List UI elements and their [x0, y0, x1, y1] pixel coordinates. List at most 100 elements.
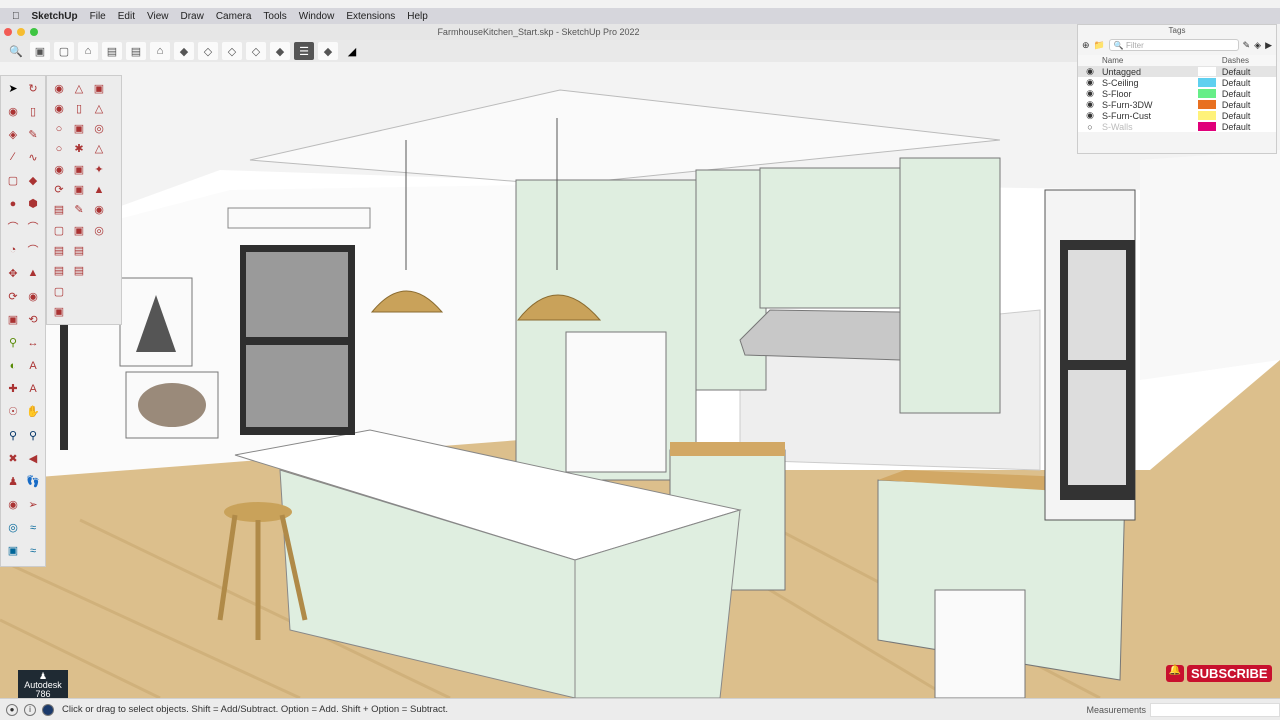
- offset-tool-icon[interactable]: ⟲: [24, 310, 42, 328]
- tag-dashes[interactable]: Default: [1222, 88, 1276, 99]
- tag-row[interactable]: ◉ S-Furn-Cust Default: [1078, 110, 1276, 121]
- ext-tool-3-icon[interactable]: ▣: [90, 79, 108, 97]
- section-toggle-icon[interactable]: ≈: [24, 542, 42, 560]
- rectangle-tool-icon[interactable]: ▢: [4, 172, 22, 190]
- wireframe-style-button[interactable]: ◇: [198, 42, 218, 60]
- ext-tool-28-icon[interactable]: ▤: [70, 262, 88, 280]
- protractor-icon[interactable]: ◐: [4, 357, 22, 375]
- textured-style-button[interactable]: ◆: [270, 42, 290, 60]
- tag-color-swatch[interactable]: [1197, 89, 1216, 98]
- freehand-tool-icon[interactable]: ∿: [24, 148, 42, 166]
- display-section-icon[interactable]: ◎: [4, 519, 22, 537]
- iso-view-button[interactable]: ▣: [30, 42, 50, 60]
- tag-color-swatch[interactable]: [1197, 100, 1216, 109]
- 3d-text-icon[interactable]: A: [24, 380, 42, 398]
- pencil-icon[interactable]: ✎: [24, 125, 42, 143]
- menu-camera[interactable]: Camera: [216, 11, 252, 22]
- ext-tool-19-icon[interactable]: ▤: [50, 201, 68, 219]
- ext-tool-18-icon[interactable]: ▲: [90, 181, 108, 199]
- walk-tool-icon[interactable]: 👣: [24, 472, 42, 490]
- section-plane-icon[interactable]: ➢: [24, 496, 42, 514]
- tag-tool-icon[interactable]: ◈: [4, 125, 22, 143]
- eraser-tool-icon[interactable]: ▯: [24, 102, 42, 120]
- menu-edit[interactable]: Edit: [118, 11, 135, 22]
- arc2-tool-icon[interactable]: ⌒: [24, 218, 42, 236]
- zoom-button[interactable]: [30, 28, 38, 36]
- details-icon[interactable]: ▶: [1265, 40, 1272, 51]
- tag-color-swatch[interactable]: [1197, 111, 1216, 120]
- menu-extensions[interactable]: Extensions: [346, 11, 395, 22]
- push-pull-icon[interactable]: ▲: [24, 264, 42, 282]
- subscribe-button[interactable]: 🔔 SUBSCRIBE: [1166, 665, 1272, 682]
- orbit-tool-icon[interactable]: ☉: [4, 403, 22, 421]
- ext-tool-15-icon[interactable]: ✦: [90, 160, 108, 178]
- ext-tool-21-icon[interactable]: ◉: [90, 201, 108, 219]
- rotate-tool-icon[interactable]: ⟳: [4, 287, 22, 305]
- scale-tool-icon[interactable]: ▣: [4, 310, 22, 328]
- arc-tool-icon[interactable]: ⌒: [4, 218, 22, 236]
- menu-view[interactable]: View: [147, 11, 169, 22]
- front-view-button[interactable]: ▤: [102, 42, 122, 60]
- section-cuts-icon[interactable]: ≈: [24, 519, 42, 537]
- xray-style-button[interactable]: ◆: [174, 42, 194, 60]
- line-tool-icon[interactable]: ∕: [4, 148, 22, 166]
- tag-row[interactable]: ◉ S-Ceiling Default: [1078, 77, 1276, 88]
- tag-dashes[interactable]: Default: [1222, 99, 1276, 110]
- tag-row[interactable]: ◉ S-Furn-3DW Default: [1078, 99, 1276, 110]
- tag-dashes[interactable]: Default: [1222, 121, 1276, 132]
- tag-filter-input[interactable]: 🔍 Filter: [1108, 39, 1239, 51]
- menu-file[interactable]: File: [90, 11, 106, 22]
- left-view-button[interactable]: ⌂: [150, 42, 170, 60]
- follow-me-icon[interactable]: ◉: [24, 287, 42, 305]
- ext-tool-24-icon[interactable]: ◎: [90, 221, 108, 239]
- menu-tools[interactable]: Tools: [263, 11, 286, 22]
- ext-tool-10-icon[interactable]: ○: [50, 140, 68, 158]
- eye-icon[interactable]: ◉: [1078, 77, 1102, 88]
- menu-draw[interactable]: Draw: [180, 11, 203, 22]
- section-fill-icon[interactable]: ▣: [4, 542, 22, 560]
- tag-color-swatch[interactable]: [1197, 122, 1216, 131]
- eye-icon[interactable]: ◉: [1078, 66, 1102, 77]
- color-by-tag-icon[interactable]: ◈: [1254, 40, 1261, 51]
- back-edges-button[interactable]: ◆: [318, 42, 338, 60]
- dimension-tool-icon[interactable]: ↔: [24, 334, 42, 352]
- polygon-tool-icon[interactable]: ⬢: [24, 195, 42, 213]
- position-camera-icon[interactable]: ♟: [4, 472, 22, 490]
- ext-tool-4-icon[interactable]: ◉: [50, 99, 68, 117]
- ext-tool-23-icon[interactable]: ▣: [70, 221, 88, 239]
- info-icon[interactable]: i: [24, 703, 36, 716]
- home-icon[interactable]: ⌂: [78, 42, 98, 60]
- zoom-extents-icon[interactable]: ✖: [4, 449, 22, 467]
- ext-tool-7-icon[interactable]: ○: [50, 120, 68, 138]
- col-name[interactable]: Name: [1102, 55, 1198, 66]
- ext-tool-22-icon[interactable]: ▢: [50, 221, 68, 239]
- tape-measure-icon[interactable]: ⚲: [4, 334, 22, 352]
- tag-dashes[interactable]: Default: [1222, 66, 1276, 77]
- ext-tool-30-icon[interactable]: ▣: [50, 303, 68, 321]
- arc3-tool-icon[interactable]: ⌒: [24, 241, 42, 259]
- text-tool-icon[interactable]: A: [24, 357, 42, 375]
- move-tool-icon[interactable]: ✥: [4, 264, 22, 282]
- menu-window[interactable]: Window: [299, 11, 335, 22]
- circle-tool-icon[interactable]: ●: [4, 195, 22, 213]
- ext-tool-12-icon[interactable]: △: [90, 140, 108, 158]
- eye-hidden-icon[interactable]: ○: [1078, 121, 1102, 132]
- ext-tool-11-icon[interactable]: ✱: [70, 140, 88, 158]
- ext-tool-25-icon[interactable]: ▤: [50, 242, 68, 260]
- measurements-input[interactable]: [1150, 703, 1280, 717]
- add-folder-icon[interactable]: 📁: [1094, 40, 1105, 51]
- ext-tool-8-icon[interactable]: ▣: [70, 120, 88, 138]
- rotated-rect-icon[interactable]: ◆: [24, 172, 42, 190]
- menu-help[interactable]: Help: [407, 11, 428, 22]
- ext-tool-26-icon[interactable]: ▤: [70, 242, 88, 260]
- eye-icon[interactable]: ◉: [1078, 99, 1102, 110]
- col-dashes[interactable]: Dashes: [1221, 55, 1276, 66]
- previous-view-icon[interactable]: ◀: [24, 449, 42, 467]
- lasso-tool-icon[interactable]: ↻: [24, 79, 42, 97]
- shaded-style-button[interactable]: ◇: [246, 42, 266, 60]
- eraser-icon[interactable]: ◢: [342, 42, 362, 60]
- right-view-button[interactable]: ▤: [126, 42, 146, 60]
- axes-tool-icon[interactable]: ✚: [4, 380, 22, 398]
- ext-tool-14-icon[interactable]: ▣: [70, 160, 88, 178]
- tag-color-swatch[interactable]: [1197, 67, 1216, 76]
